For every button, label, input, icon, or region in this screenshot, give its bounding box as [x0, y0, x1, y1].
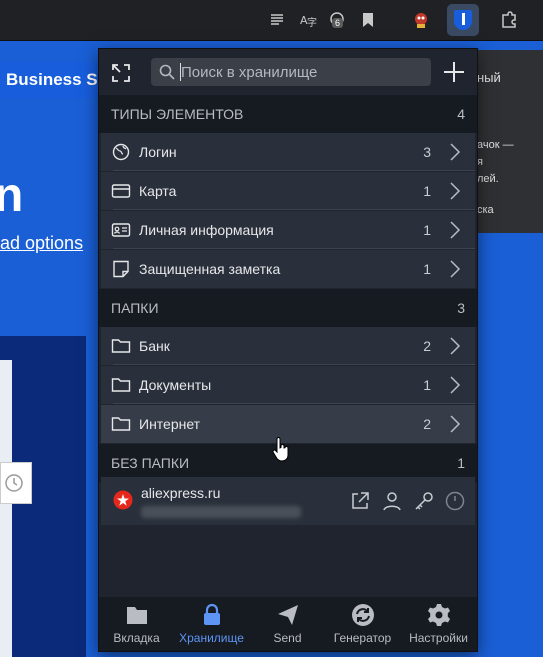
tracker-badge: 6	[332, 18, 344, 28]
id-card-icon	[111, 223, 131, 237]
launch-icon[interactable]	[349, 490, 371, 512]
chevron-right-icon	[450, 376, 461, 394]
background-tooltip: ный ачок — я лей. ска	[477, 50, 543, 233]
type-row-login[interactable]: Логин 3	[101, 133, 475, 171]
item-name: aliexpress.ru	[141, 485, 221, 501]
folder-icon	[111, 378, 131, 392]
note-icon	[113, 260, 129, 278]
section-header-types: ТИПЫ ЭЛЕМЕНТОВ 4	[99, 95, 477, 133]
copy-password-icon[interactable]	[413, 490, 435, 512]
bitwarden-shield-icon	[454, 10, 472, 30]
popup-header	[99, 49, 477, 95]
send-icon	[278, 605, 298, 625]
row-count: 3	[423, 144, 431, 160]
row-label: Карта	[139, 183, 177, 199]
row-divider	[113, 248, 475, 249]
generator-icon	[352, 604, 374, 626]
lock-icon	[204, 603, 220, 625]
tooltip-line-2: ачок —	[477, 139, 514, 151]
section-count: 3	[457, 300, 465, 316]
reader-mode-icon[interactable]	[266, 9, 288, 31]
svg-text:字: 字	[307, 16, 317, 28]
tooltip-line-1: ный	[477, 70, 501, 85]
type-row-secure-note[interactable]: Защищенная заметка 1	[101, 250, 475, 288]
gear-icon	[428, 604, 450, 626]
row-divider	[113, 403, 475, 404]
nav-label: Настройки	[409, 631, 468, 645]
background-clock-widget	[0, 462, 32, 504]
extensions-puzzle-icon[interactable]	[498, 9, 520, 31]
folder-row-bank[interactable]: Банк 2	[101, 327, 475, 365]
row-label: Интернет	[139, 416, 201, 432]
nav-label: Генератор	[333, 631, 392, 645]
globe-icon	[112, 143, 130, 161]
row-divider	[113, 364, 475, 365]
nav-tab-generator[interactable]: Генератор	[325, 597, 400, 651]
nav-tab-send[interactable]: Send	[250, 597, 325, 651]
bitwarden-popup: ТИПЫ ЭЛЕМЕНТОВ 4 Логин 3 Карта 1 Личная …	[98, 48, 478, 652]
search-box[interactable]	[151, 58, 431, 86]
row-count: 2	[423, 416, 431, 432]
nav-label: Хранилище	[179, 631, 244, 645]
row-count: 1	[423, 377, 431, 393]
extension-mascot-icon[interactable]	[410, 9, 432, 31]
tooltip-line-4: лей.	[477, 173, 499, 185]
bookmark-icon[interactable]	[357, 9, 379, 31]
row-label: Защищенная заметка	[139, 261, 281, 277]
copy-username-icon[interactable]	[381, 490, 403, 512]
section-title: ПАПКИ	[111, 300, 159, 316]
background-business-text: Business Sa	[0, 62, 106, 98]
row-count: 1	[423, 183, 431, 199]
browser-toolbar: A字 6	[0, 0, 543, 41]
vault-item-row[interactable]: aliexpress.ru	[101, 477, 475, 525]
add-item-icon[interactable]	[441, 59, 467, 85]
background-heading-fragment: n	[0, 169, 24, 222]
chevron-right-icon	[450, 415, 461, 433]
nav-tab-current-tab[interactable]: Вкладка	[99, 597, 174, 651]
bottom-nav: Вкладка Хранилище Send Генератор Настрой…	[99, 597, 477, 651]
row-count: 1	[423, 222, 431, 238]
card-icon	[111, 184, 131, 198]
chevron-right-icon	[450, 182, 461, 200]
chevron-right-icon	[450, 221, 461, 239]
folder-tab-icon	[127, 607, 147, 624]
nav-label: Вкладка	[113, 631, 160, 645]
aliexpress-favicon-icon	[113, 490, 133, 510]
chevron-right-icon	[450, 143, 461, 161]
popout-icon[interactable]	[111, 63, 131, 83]
background-link[interactable]: ad options	[0, 233, 83, 254]
section-count: 4	[457, 106, 465, 122]
item-username-blurred	[141, 506, 301, 518]
folder-icon	[111, 417, 131, 431]
row-count: 1	[423, 261, 431, 277]
row-count: 2	[423, 338, 431, 354]
tooltip-line-5: ска	[477, 204, 494, 216]
chevron-right-icon	[450, 260, 461, 278]
type-row-card[interactable]: Карта 1	[101, 172, 475, 210]
section-header-folders: ПАПКИ 3	[99, 289, 477, 327]
search-icon	[159, 64, 175, 80]
translate-icon[interactable]: A字	[297, 9, 319, 31]
row-label: Документы	[139, 377, 212, 393]
nav-tab-settings[interactable]: Настройки	[401, 597, 476, 651]
chevron-right-icon	[450, 337, 461, 355]
row-label: Личная информация	[139, 222, 274, 238]
type-row-identity[interactable]: Личная информация 1	[101, 211, 475, 249]
nav-label: Send	[273, 631, 302, 645]
folder-icon	[111, 339, 131, 353]
row-divider	[113, 209, 475, 210]
nav-tab-vault[interactable]: Хранилище	[174, 597, 249, 651]
row-label: Банк	[139, 338, 170, 354]
search-input[interactable]	[181, 61, 421, 83]
row-divider	[113, 170, 475, 171]
totp-clock-icon[interactable]	[444, 490, 466, 512]
background-panel-inner	[0, 360, 12, 657]
folder-row-documents[interactable]: Документы 1	[101, 366, 475, 404]
bitwarden-extension-button[interactable]	[447, 4, 479, 36]
hand-cursor-icon	[272, 437, 289, 462]
section-title: ТИПЫ ЭЛЕМЕНТОВ	[111, 106, 244, 122]
row-label: Логин	[139, 144, 177, 160]
